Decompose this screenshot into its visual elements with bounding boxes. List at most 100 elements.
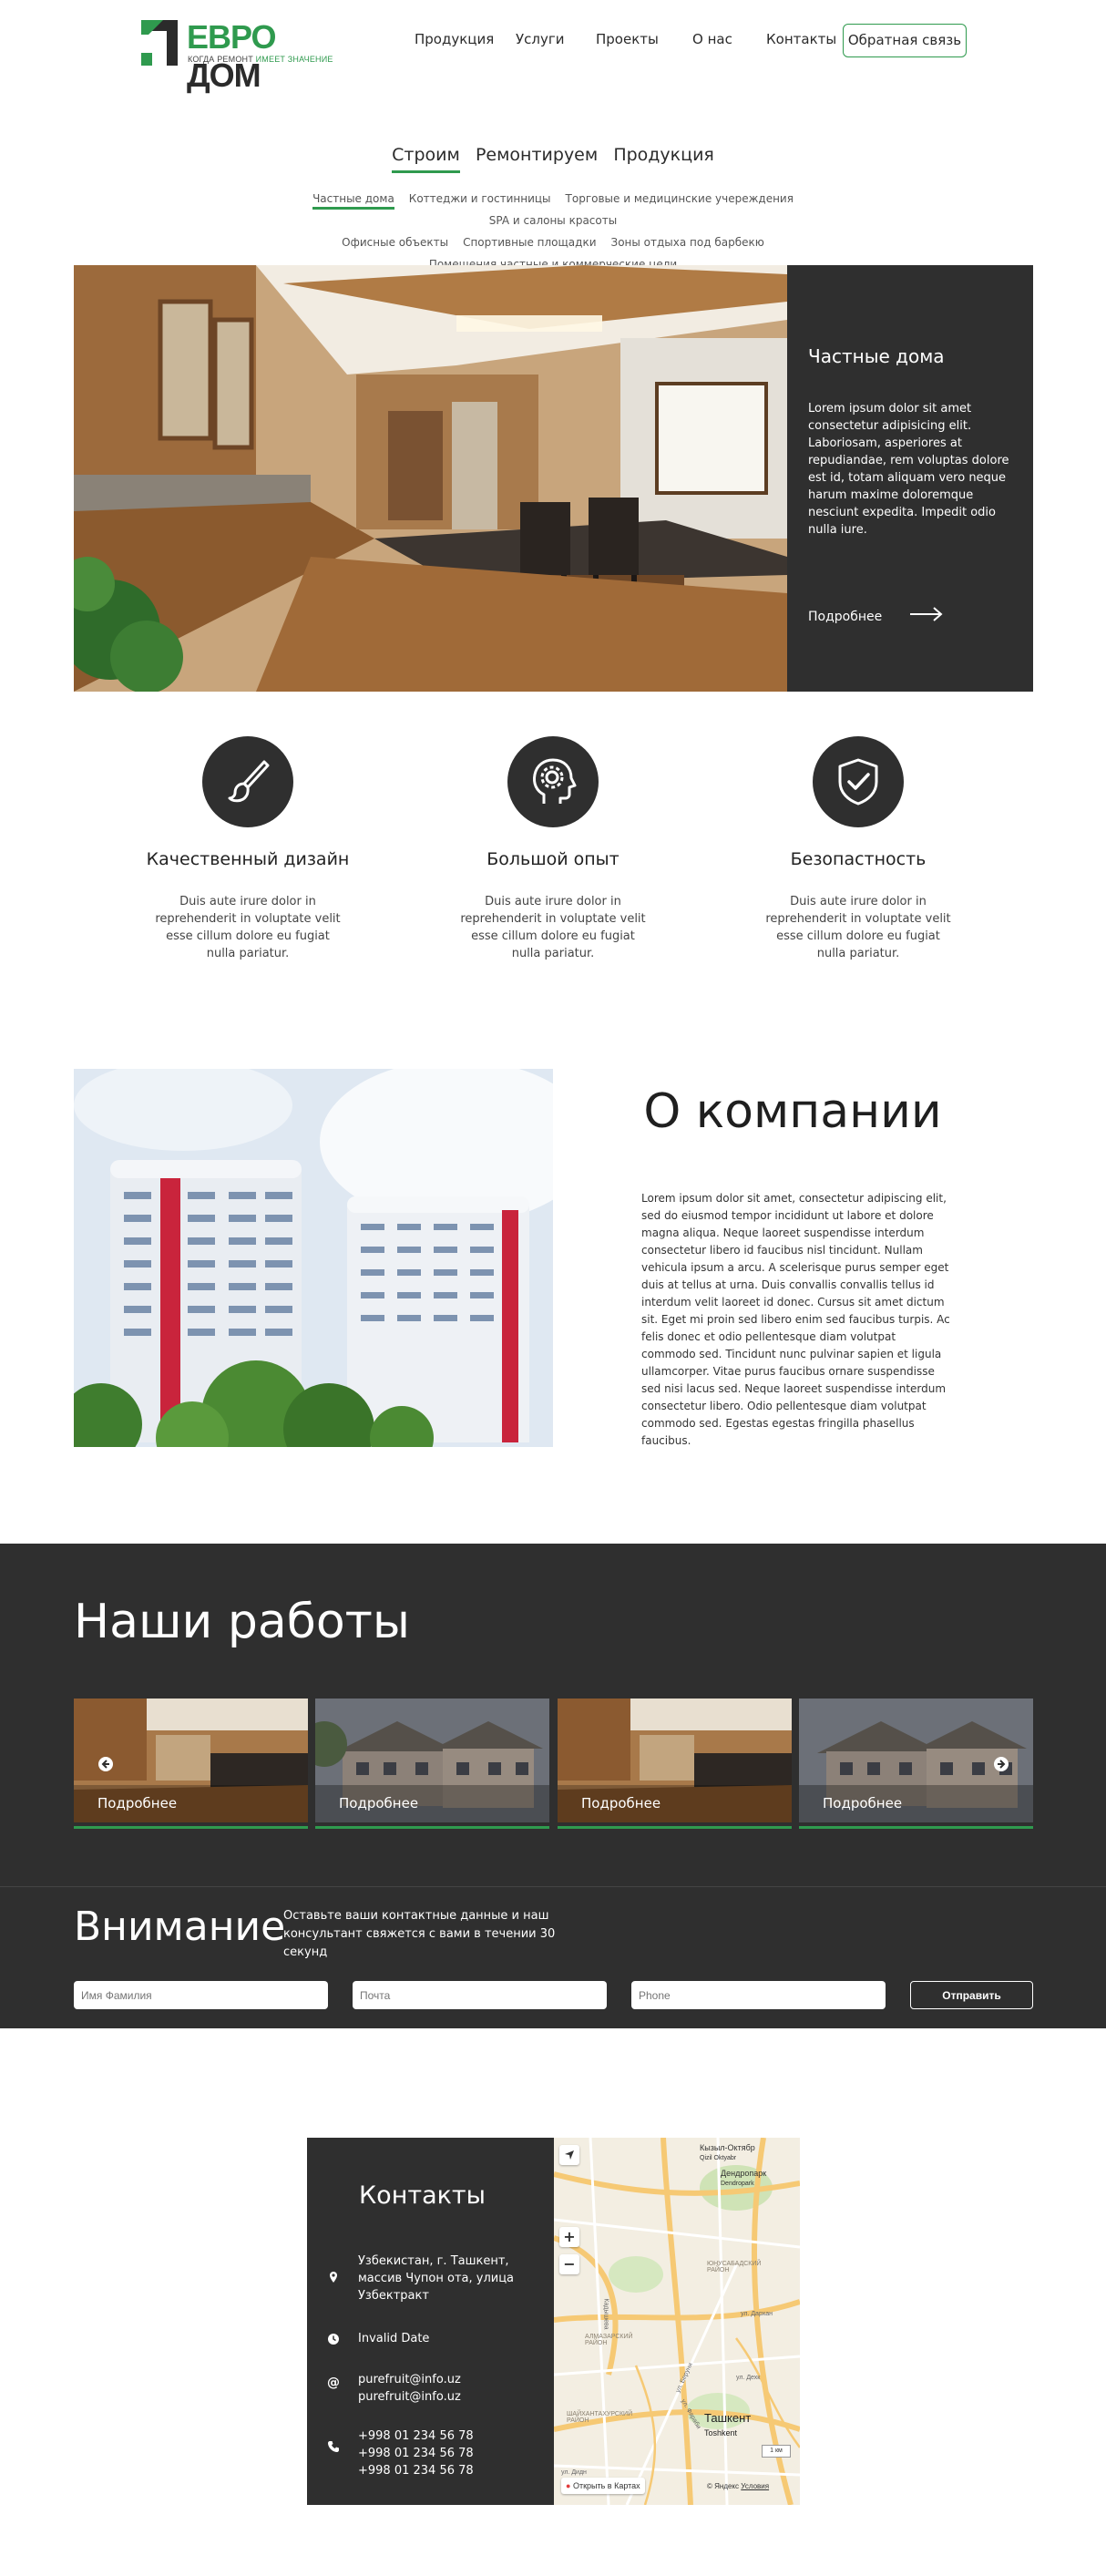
contact-phone-2[interactable]: +998 01 234 56 78 — [358, 2445, 474, 2462]
about-building-image — [74, 1069, 553, 1447]
works-section: Наши работы Подробнее Подробнее Подробне… — [0, 1544, 1106, 1886]
callback-title: Внимание — [74, 1904, 286, 1950]
tab-build[interactable]: Строим — [392, 145, 460, 173]
contacts-section: Контакты Узбекистан, г. Ташкент, массив … — [307, 2138, 800, 2505]
work-caption: Подробнее — [339, 1795, 419, 1811]
hero-panel: Частные дома Lorem ipsum dolor sit amet … — [787, 265, 1033, 692]
map-scale: 1 км — [762, 2445, 791, 2458]
nav-item-products[interactable]: Продукция — [415, 31, 494, 47]
map-street-label: ул. Дархан — [741, 2311, 773, 2317]
open-in-maps-button[interactable]: ● Открыть в Картах — [561, 2478, 645, 2494]
head-gear-icon — [533, 758, 577, 804]
feature-text: Duis aute irure dolor in reprehenderit i… — [460, 895, 646, 960]
submit-button[interactable]: Отправить — [910, 1981, 1033, 2009]
work-card-4[interactable]: Подробнее — [799, 1699, 1033, 1833]
paintbrush-icon — [228, 760, 270, 803]
tab-renovate[interactable]: Ремонтируем — [476, 145, 598, 170]
feature-icon-circle — [507, 736, 599, 827]
hero-kitchen-image — [74, 265, 787, 692]
feature-text: Duis aute irure dolor in reprehenderit i… — [155, 895, 341, 960]
subcat-offices[interactable]: Офисные объекты — [342, 231, 448, 253]
logo-mark-icon — [141, 20, 178, 66]
subcat-bbq[interactable]: Зоны отдыха под барбекю — [611, 231, 764, 253]
work-caption: Подробнее — [823, 1795, 903, 1811]
subcat-sports[interactable]: Спортивные площадки — [463, 231, 596, 253]
geolocation-icon[interactable] — [559, 2145, 579, 2165]
work-caption: Подробнее — [97, 1795, 178, 1811]
logo-tagline: КОГДА РЕМОНТ ИМЕЕТ ЗНАЧЕНИЕ — [188, 55, 333, 64]
map-copyright: © Яндекс Условия — [707, 2482, 770, 2490]
phone-icon — [328, 2441, 339, 2452]
carousel-next-icon[interactable] — [994, 1757, 1009, 1771]
work-card-2[interactable]: Подробнее — [315, 1699, 549, 1833]
nav-item-about[interactable]: О нас — [692, 31, 732, 47]
location-pin-icon — [330, 2272, 337, 2283]
contact-phone-3[interactable]: +998 01 234 56 78 — [358, 2462, 474, 2479]
contact-phones: +998 01 234 56 78 +998 01 234 56 78 +998… — [358, 2427, 474, 2479]
works-title: Наши работы — [74, 1595, 410, 1649]
nav-item-contacts[interactable]: Контакты — [766, 31, 836, 47]
clock-icon — [328, 2334, 339, 2345]
work-underline — [799, 1826, 1033, 1829]
arrow-right-icon[interactable] — [908, 605, 945, 623]
map-street-label: ул. Дехк — [736, 2375, 761, 2381]
hero-title: Частные дома — [808, 345, 945, 367]
contacts-title: Контакты — [359, 2181, 486, 2210]
zoom-in-button[interactable]: + — [559, 2227, 579, 2247]
work-caption: Подробнее — [581, 1795, 661, 1811]
tab-products[interactable]: Продукция — [613, 145, 714, 170]
zoom-out-button[interactable]: − — [559, 2254, 579, 2274]
hero-section: Частные дома Lorem ipsum dolor sit amet … — [74, 265, 1033, 692]
work-card-3[interactable]: Подробнее — [558, 1699, 792, 1833]
feature-experience: Большой опыт Duis aute irure dolor in re… — [421, 736, 685, 962]
map-street-label: Кадышева — [602, 2298, 609, 2330]
logo[interactable]: ЕВРО ДОМ КОГДА РЕМОНТ ИМЕЕТ ЗНАЧЕНИЕ — [141, 18, 333, 94]
contact-hours: Invalid Date — [358, 2332, 430, 2345]
work-card-1[interactable]: Подробнее — [74, 1699, 308, 1833]
contact-address: Узбекистан, г. Ташкент, массив Чупон ота… — [358, 2254, 515, 2303]
category-tabs: Строим Ремонтируем Продукция — [0, 145, 1106, 173]
about-title: О компании — [643, 1084, 942, 1139]
feature-icon-circle — [202, 736, 293, 827]
yandex-map[interactable]: Кызыл-Октябр Qizil Oktyabr Дендропарк Dend… — [554, 2138, 800, 2505]
subcategory-list: Частные дома Коттеджи и гостинницы Торговы… — [255, 188, 851, 275]
feature-title: Большой опыт — [486, 849, 620, 869]
contact-phone-1[interactable]: +998 01 234 56 78 — [358, 2427, 474, 2445]
at-sign-icon: @ — [327, 2376, 340, 2390]
map-city-label: Ташкент Toshkent — [704, 2411, 752, 2437]
feature-safety: Безопастность Duis aute irure dolor in r… — [726, 736, 990, 962]
contact-email: purefruit@info.uz purefruit@info.uz — [358, 2371, 461, 2406]
feedback-button[interactable]: Обратная связь — [843, 24, 967, 57]
callback-text: Оставьте ваши контактные данные и наш ко… — [283, 1909, 556, 1959]
carousel-prev-icon[interactable] — [98, 1757, 113, 1771]
nav-item-services[interactable]: Услуги — [516, 31, 564, 47]
subcat-private-houses[interactable]: Частные дома — [312, 190, 394, 210]
work-underline — [315, 1826, 549, 1829]
feature-icon-circle — [813, 736, 904, 827]
feature-text: Duis aute irure dolor in reprehenderit i… — [765, 895, 951, 960]
map-label: ЮНУСАБАДСКИЙ РАЙОН — [707, 2261, 762, 2273]
hero-more-link[interactable]: Подробнее — [808, 610, 882, 624]
map-pin-icon: ● — [566, 2481, 571, 2490]
feature-title: Безопастность — [790, 849, 927, 869]
name-input[interactable] — [74, 1981, 328, 2009]
feature-title: Качественный дизайн — [146, 849, 350, 869]
hero-text: Lorem ipsum dolor sit amet consectetur a… — [808, 402, 1009, 537]
subcat-cottages[interactable]: Коттеджи и гостинницы — [409, 188, 551, 210]
map-label: Кызыл-Октябр Qizil Oktyabr — [700, 2143, 755, 2161]
subcat-trade-medical[interactable]: Торговые и медицинские учереждения — [566, 188, 794, 210]
about-text: Lorem ipsum dolor sit amet, consectetur … — [641, 1192, 950, 1447]
nav-item-projects[interactable]: Проекты — [596, 31, 659, 47]
feature-design: Качественный дизайн Duis aute irure dolo… — [116, 736, 380, 962]
map-label: ШАЙХАНТАХУРСКИЙ РАЙОН — [567, 2411, 633, 2424]
email-input[interactable] — [353, 1981, 607, 2009]
work-underline — [74, 1826, 308, 1829]
contact-email-2[interactable]: purefruit@info.uz — [358, 2388, 461, 2406]
map-terms-link[interactable]: Условия — [741, 2482, 769, 2490]
contact-email-1[interactable]: purefruit@info.uz — [358, 2371, 461, 2388]
subcat-spa[interactable]: SPA и салоны красоты — [489, 210, 617, 231]
phone-input[interactable] — [631, 1981, 886, 2009]
map-label: АЛМАЗАРСКИЙ РАЙОН — [585, 2334, 633, 2346]
work-underline — [558, 1826, 792, 1829]
contacts-panel: Контакты Узбекистан, г. Ташкент, массив … — [307, 2138, 554, 2505]
